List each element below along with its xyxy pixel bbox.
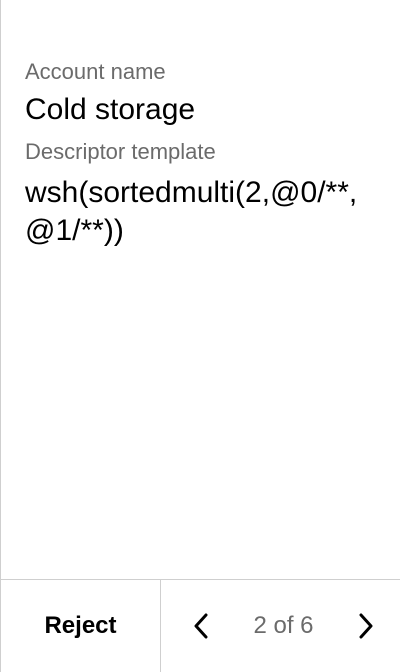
descriptor-section: Descriptor template wsh(sortedmulti(2,@0…	[25, 138, 376, 250]
pager: 2 of 6	[161, 580, 400, 672]
review-screen: Account name Cold storage Descriptor tem…	[0, 0, 400, 672]
details-panel: Account name Cold storage Descriptor tem…	[25, 58, 376, 250]
chevron-right-icon[interactable]	[354, 610, 378, 642]
action-footer: Reject 2 of 6	[1, 579, 400, 672]
descriptor-template-value: wsh(sortedmulti(2,@0/**,@1/**))	[25, 176, 358, 247]
descriptor-template-label: Descriptor template	[25, 139, 216, 164]
page-indicator: 2 of 6	[253, 612, 314, 639]
account-name-value: Cold storage	[25, 93, 196, 126]
account-name-label: Account name	[25, 59, 166, 84]
chevron-left-icon[interactable]	[189, 610, 213, 642]
reject-button[interactable]: Reject	[1, 580, 161, 672]
